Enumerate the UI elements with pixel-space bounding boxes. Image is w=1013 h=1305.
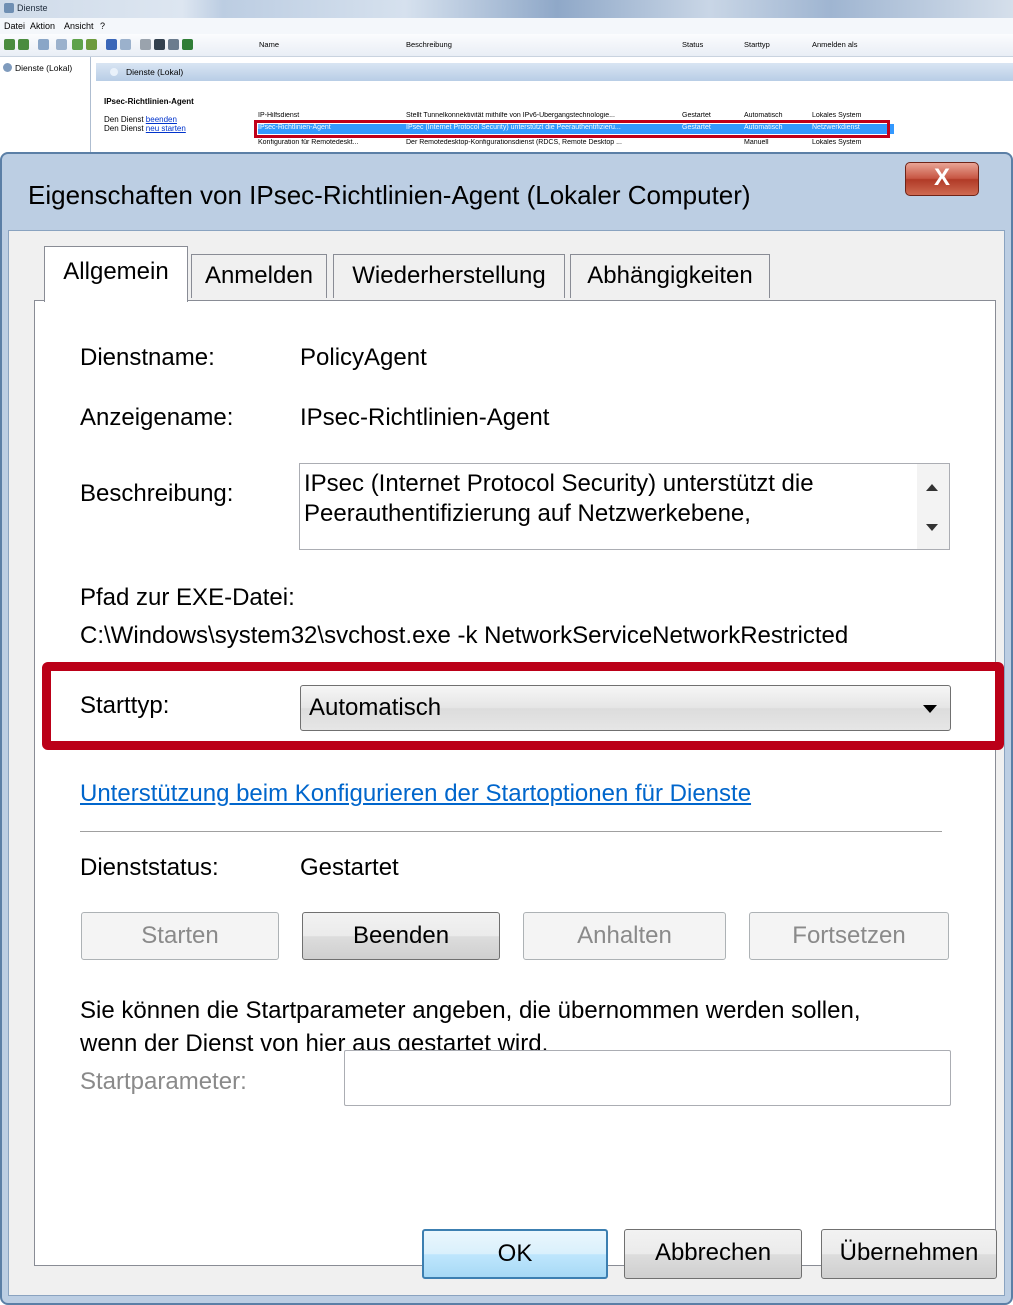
pause-button[interactable]: Anhalten [523, 912, 726, 960]
export-icon[interactable] [86, 39, 97, 50]
separator [80, 831, 942, 833]
description-scrollbar[interactable] [917, 464, 949, 549]
startup-options-help-link[interactable]: Unterstützung beim Konfigurieren der Sta… [80, 780, 751, 808]
stop-service-icon[interactable] [154, 39, 165, 50]
services-pane-header: Dienste (Lokal) [96, 63, 1013, 81]
table-row[interactable]: Konfiguration für Remotedeskt... Der Rem… [258, 139, 894, 149]
apply-button[interactable]: Übernehmen [821, 1229, 997, 1279]
restart-service-icon[interactable] [182, 39, 193, 50]
restart-service-link[interactable]: neu starten [146, 124, 186, 133]
tab-wiederherstellung[interactable]: Wiederherstellung [333, 254, 565, 298]
console-title-bar: Dienste [0, 0, 1013, 18]
properties-dialog: Eigenschaften von IPsec-Richtlinien-Agen… [0, 152, 1013, 1305]
description-label: Beschreibung: [80, 480, 234, 507]
scroll-up-arrow-icon[interactable] [926, 484, 938, 491]
properties-icon[interactable] [56, 39, 67, 50]
description-line: IPsec (Internet Protocol Security) unter… [304, 470, 814, 497]
ok-button[interactable]: OK [422, 1229, 608, 1279]
display-name-label: Anzeigename: [80, 404, 234, 431]
services-icon [3, 63, 12, 72]
services-app-icon [4, 3, 14, 13]
column-header-status[interactable]: Status [682, 40, 703, 49]
menu-help[interactable]: ? [100, 21, 105, 31]
column-header-name[interactable]: Name [259, 40, 279, 49]
extended-detail-panel: IPsec-Richtlinien-Agent Den Dienst beend… [104, 97, 254, 133]
menu-aktion[interactable]: Aktion [30, 21, 55, 31]
console-title: Dienste [17, 3, 48, 13]
column-header-log-on-as[interactable]: Anmelden als [812, 40, 857, 49]
detail-service-name: IPsec-Richtlinien-Agent [104, 97, 194, 106]
service-name-value: PolicyAgent [300, 344, 427, 371]
start-params-label: Startparameter: [80, 1068, 247, 1095]
back-icon[interactable] [4, 39, 15, 50]
description-textbox[interactable]: IPsec (Internet Protocol Security) unter… [299, 463, 950, 550]
view-icon[interactable] [120, 39, 131, 50]
startup-type-highlight-frame [42, 662, 1004, 750]
tree-item-services-local[interactable]: Dienste (Lokal) [3, 63, 72, 73]
show-tree-icon[interactable] [38, 39, 49, 50]
row-highlight-frame [254, 120, 890, 138]
services-icon [110, 68, 118, 76]
stop-button[interactable]: Beenden [302, 912, 500, 960]
menu-ansicht[interactable]: Ansicht [64, 21, 94, 31]
service-status-label: Dienststatus: [80, 854, 219, 881]
cancel-button[interactable]: Abbrechen [624, 1229, 802, 1279]
pause-service-icon[interactable] [168, 39, 179, 50]
menu-datei[interactable]: Datei [4, 21, 25, 31]
column-header-description[interactable]: Beschreibung [406, 40, 452, 49]
display-name-value: IPsec-Richtlinien-Agent [300, 404, 550, 431]
tab-anmelden[interactable]: Anmelden [191, 254, 327, 298]
service-name-label: Dienstname: [80, 344, 215, 371]
scroll-down-arrow-icon[interactable] [926, 524, 938, 531]
help-icon[interactable] [106, 39, 117, 50]
start-service-icon[interactable] [140, 39, 151, 50]
services-console-window: Dienste Datei Aktion Ansicht ? Dienste (… [0, 0, 1013, 152]
service-status-value: Gestartet [300, 854, 399, 881]
description-line: Peerauthentifizierung auf Netzwerkebene, [304, 500, 751, 527]
exe-path-value: C:\Windows\system32\svchost.exe -k Netwo… [80, 622, 849, 649]
console-tree: Dienste (Lokal) [0, 57, 91, 152]
tab-abhaengigkeiten[interactable]: Abhängigkeiten [570, 254, 770, 298]
close-button[interactable]: X [905, 162, 979, 196]
refresh-icon[interactable] [72, 39, 83, 50]
start-button[interactable]: Starten [81, 912, 279, 960]
console-menu-bar: Datei Aktion Ansicht ? [0, 18, 1013, 34]
exe-path-label: Pfad zur EXE-Datei: [80, 584, 295, 611]
dialog-title: Eigenschaften von IPsec-Richtlinien-Agen… [28, 180, 751, 210]
column-header-startup-type[interactable]: Starttyp [744, 40, 770, 49]
start-params-input[interactable] [344, 1050, 951, 1106]
forward-icon[interactable] [18, 39, 29, 50]
resume-button[interactable]: Fortsetzen [749, 912, 949, 960]
console-toolbar [0, 34, 1013, 57]
tab-allgemein[interactable]: Allgemein [44, 246, 188, 302]
start-params-hint: Sie können die Startparameter angeben, d… [80, 997, 861, 1024]
stop-service-link[interactable]: beenden [146, 115, 177, 124]
